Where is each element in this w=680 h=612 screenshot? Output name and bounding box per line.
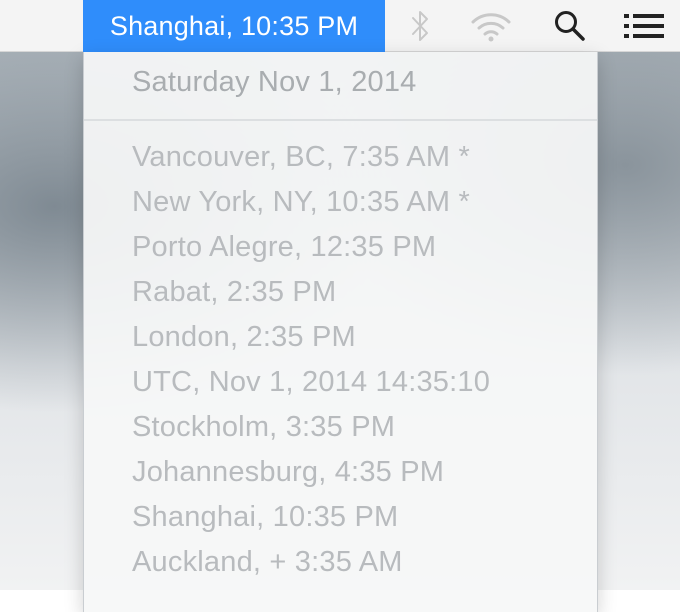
- clock-menu-item[interactable]: Shanghai, 10:35 PM: [83, 0, 385, 52]
- clock-dropdown-menu: Saturday Nov 1, 2014 Vancouver, BC, 7:35…: [83, 52, 598, 612]
- time-zone-item[interactable]: UTC, Nov 1, 2014 14:35:10: [132, 362, 490, 407]
- time-zone-item[interactable]: Shanghai, 10:35 PM: [132, 497, 490, 542]
- time-zone-item[interactable]: Vancouver, BC, 7:35 AM *: [132, 137, 490, 182]
- date-header: Saturday Nov 1, 2014: [132, 66, 417, 98]
- time-zone-list: Vancouver, BC, 7:35 AM * New York, NY, 1…: [132, 137, 490, 587]
- time-zone-item[interactable]: Rabat, 2:35 PM: [132, 272, 490, 317]
- time-zone-item[interactable]: New York, NY, 10:35 AM *: [132, 182, 490, 227]
- time-zone-item[interactable]: Porto Alegre, 12:35 PM: [132, 227, 490, 272]
- menu-separator: [84, 119, 597, 121]
- time-zone-item[interactable]: Auckland, + 3:35 AM: [132, 542, 490, 587]
- time-zone-item[interactable]: Johannesburg, 4:35 PM: [132, 452, 490, 497]
- list-icon[interactable]: [618, 0, 670, 52]
- menu-bar: Shanghai, 10:35 PM: [0, 0, 680, 52]
- time-zone-item[interactable]: London, 2:35 PM: [132, 317, 490, 362]
- wifi-icon[interactable]: [466, 0, 516, 52]
- time-zone-item[interactable]: Stockholm, 3:35 PM: [132, 407, 490, 452]
- search-icon[interactable]: [548, 0, 592, 52]
- bluetooth-icon[interactable]: [400, 0, 440, 52]
